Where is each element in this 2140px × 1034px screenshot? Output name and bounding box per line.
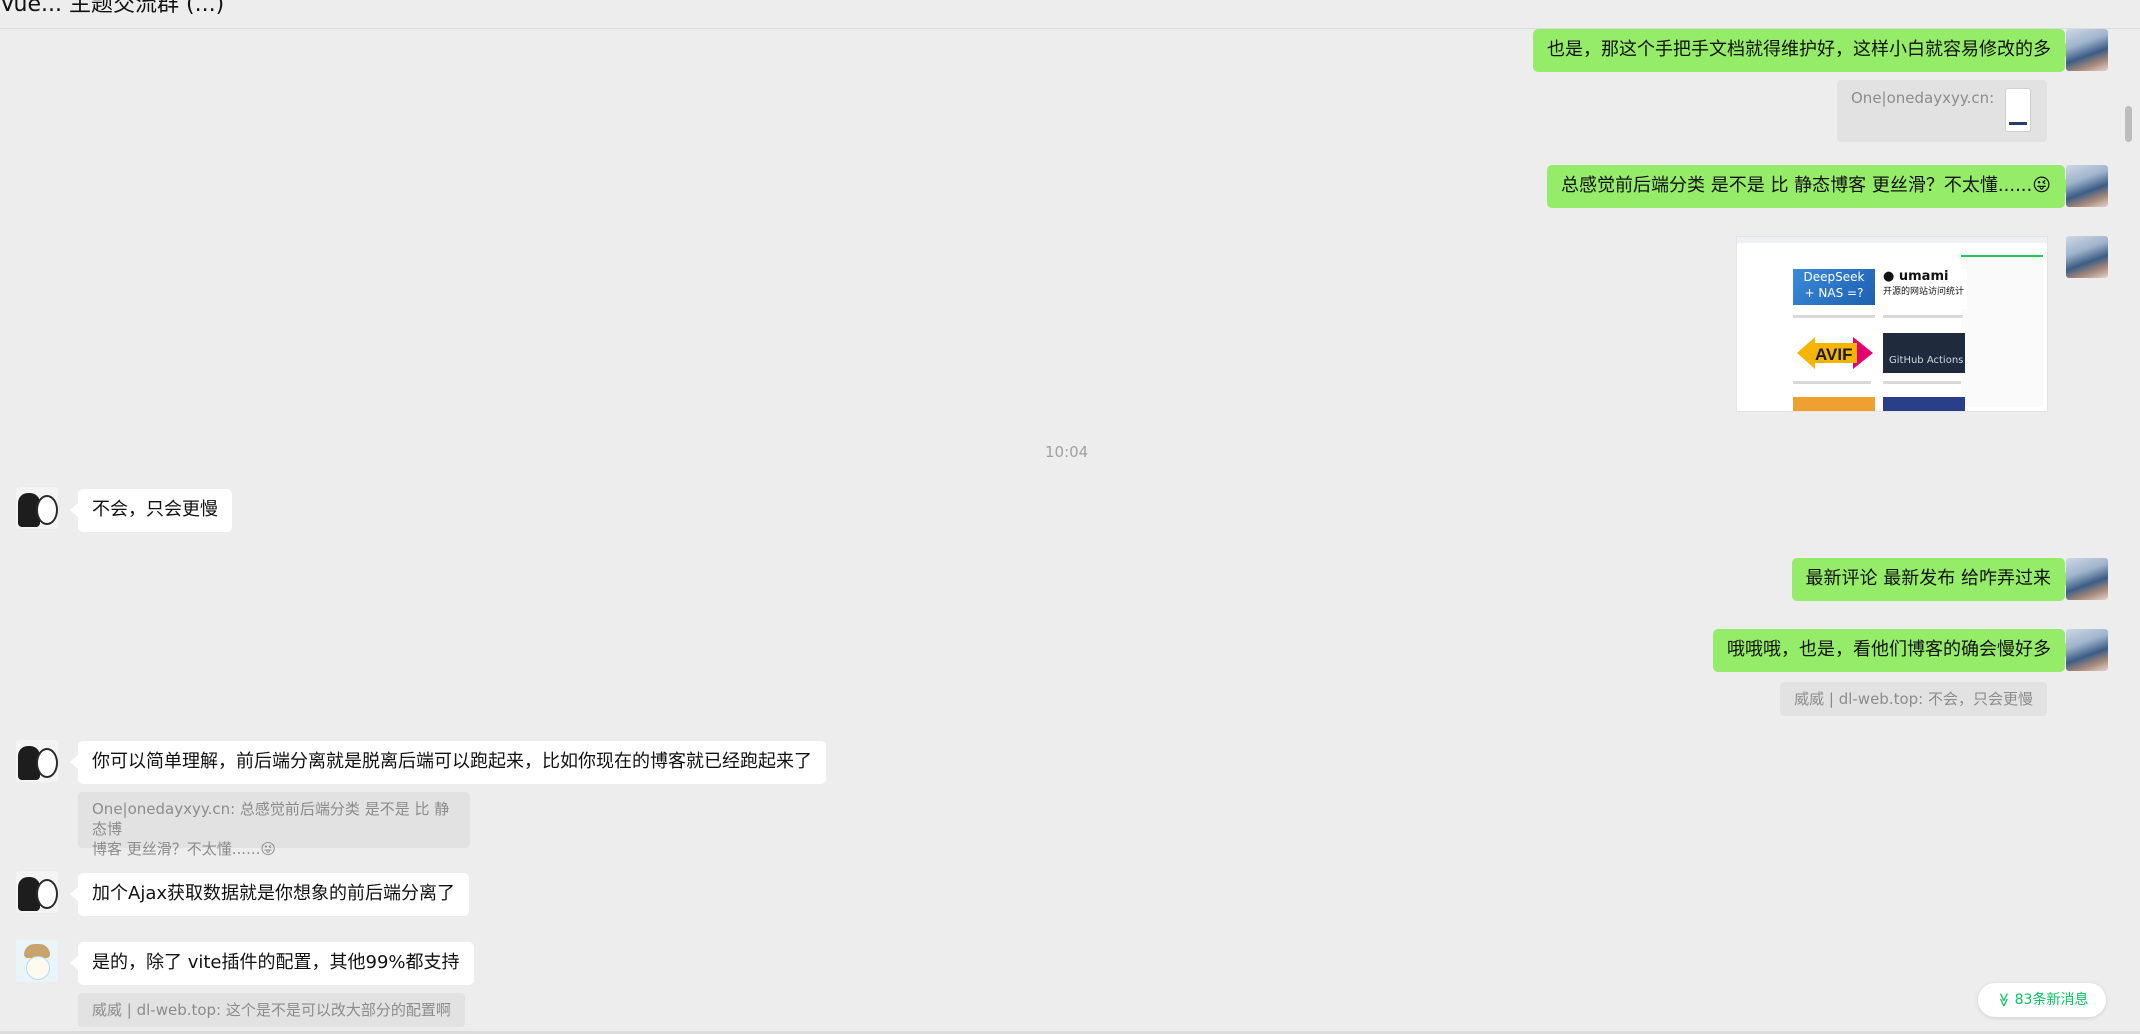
scrollbar[interactable] [2125,106,2132,142]
umami-tile: ● umami 开源的网站访问统计 [1883,269,1967,309]
contact-avatar[interactable] [16,487,58,529]
text-line [1883,381,1961,384]
contact-avatar[interactable] [16,871,58,913]
text-line [1883,315,1963,318]
text-line [1793,381,1871,384]
avif-tile: AVIF [1793,333,1875,373]
more-icon[interactable]: ⋯ [2077,0,2108,15]
message-text: 总感觉前后端分类 是不是 比 静态博客 更丝滑？不太懂...... [1561,175,2033,196]
shared-screenshot-image[interactable]: DeepSeek + NAS =? ● umami 开源的网站访问统计 AVIF… [1736,236,2048,412]
message-bubble-received[interactable]: 是的，除了 vite插件的配置，其他99%都支持 [70,942,474,985]
doc-thumbnail-icon [2005,88,2031,132]
message-bubble-received[interactable]: 不会，只会更慢 [70,489,232,532]
text-line [1793,315,1875,318]
orange-tile [1793,397,1875,411]
quoted-reply-line: One|onedayxyy.cn: 总感觉前后端分类 是不是 比 静态博 [92,800,450,838]
new-messages-label: 83条新消息 [2014,992,2089,1008]
message-bubble-sent[interactable]: 总感觉前后端分类 是不是 比 静态博客 更丝滑？不太懂......😜 [1547,165,2073,208]
my-avatar[interactable] [2066,165,2108,207]
blue-tile [1883,397,1965,411]
timestamp: 10:04 [1045,443,1089,461]
message-bubble-sent[interactable]: 最新评论 最新发布 给咋弄过来 [1791,558,2074,601]
quoted-reply-text: One|onedayxyy.cn: [1851,89,1995,107]
quoted-reply[interactable]: 威威 | dl-web.top: 这个是不是可以改大部分的配置啊 [78,993,465,1027]
chat-title: Vue... 主题交流群 (...) [0,0,225,17]
message-bubble-received[interactable]: 你可以简单理解，前后端分离就是脱离后端可以跑起来，比如你现在的博客就已经跑起来了 [70,741,826,784]
message-bubble-sent[interactable]: 哦哦哦，也是，看他们博客的确会慢好多 [1713,629,2073,672]
new-messages-button[interactable]: ≫ 83条新消息 [1978,983,2106,1017]
github-tile-label: GitHub Actions [1889,355,1964,366]
umami-logo-label: ● umami [1883,269,1949,284]
quoted-reply[interactable]: 威威 | dl-web.top: 不会，只会更慢 [1780,682,2047,716]
sidebar-preview [1961,257,2043,407]
double-chevron-down-icon: ≫ [1994,992,2011,1008]
avif-text: AVIF [1815,345,1852,364]
my-avatar[interactable] [2066,629,2108,671]
my-avatar[interactable] [2066,236,2108,278]
umami-subtitle: 开源的网站访问统计 [1883,287,1965,297]
github-tile: GitHub Actions [1883,333,1965,373]
my-avatar[interactable] [2066,558,2108,600]
tile-title: DeepSeek [1803,270,1865,284]
deepseek-tile: DeepSeek + NAS =? [1793,269,1875,305]
my-avatar[interactable] [2066,29,2108,71]
tile-subtitle: + NAS =? [1804,286,1864,300]
quoted-reply-line: 博客 更丝滑？不太懂......😜 [92,839,456,859]
chat-header: Vue... 主题交流群 (...) ⋯ [0,0,2140,29]
contact-avatar[interactable] [16,740,58,782]
message-bubble-received[interactable]: 加个Ajax获取数据就是你想象的前后端分离了 [70,873,469,916]
laughing-emoji-icon: 😜 [2032,175,2051,196]
quoted-reply[interactable]: One|onedayxyy.cn: [1837,80,2047,142]
contact-avatar[interactable] [16,940,58,982]
umami-label: umami [1898,269,1949,284]
quoted-reply-text: 博客 更丝滑？不太懂...... [92,840,261,858]
browser-bar [1737,237,2047,243]
message-bubble-sent[interactable]: 也是，那这个手把手文档就得维护好，这样小白就容易修改的多 [1533,29,2073,72]
avif-logo-icon: AVIF [1797,337,1873,369]
quoted-reply[interactable]: One|onedayxyy.cn: 总感觉前后端分类 是不是 比 静态博 博客 … [78,792,470,858]
laughing-emoji-icon: 😜 [260,840,277,858]
